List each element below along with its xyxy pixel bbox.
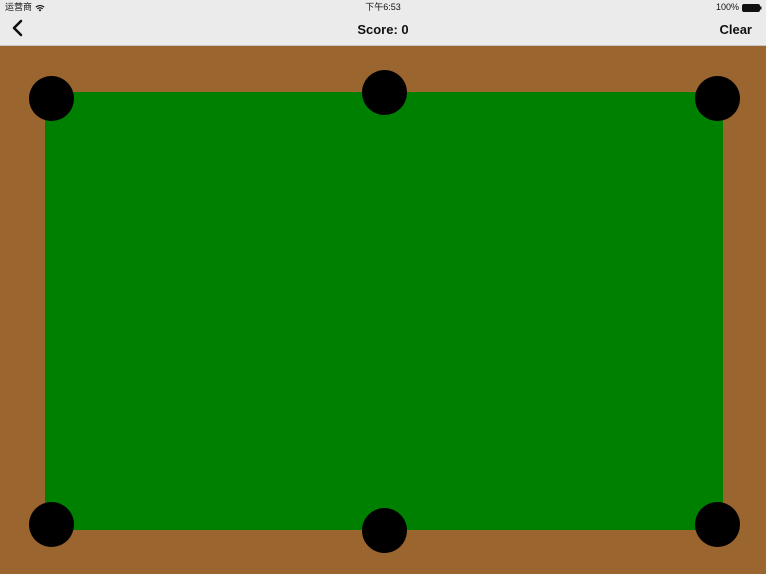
pocket-top-left (29, 76, 74, 121)
navigation-bar: Score: 0 Clear (0, 14, 766, 46)
pocket-top-right (695, 76, 740, 121)
status-right: 100% (716, 1, 762, 13)
status-bar: 运营商 下午6:53 100% (0, 0, 766, 14)
pocket-bottom-middle (362, 508, 407, 553)
battery-percent: 100% (715, 2, 739, 12)
status-time: 下午6:53 (365, 2, 401, 12)
pocket-top-middle (362, 70, 407, 115)
battery-icon (742, 3, 762, 12)
back-button[interactable] (6, 18, 28, 42)
pocket-bottom-left (29, 502, 74, 547)
pocket-bottom-right (695, 502, 740, 547)
clear-button[interactable]: Clear (719, 14, 752, 45)
table-felt[interactable] (45, 92, 723, 530)
score-title: Score: 0 (357, 22, 409, 37)
chevron-left-icon (11, 19, 23, 42)
